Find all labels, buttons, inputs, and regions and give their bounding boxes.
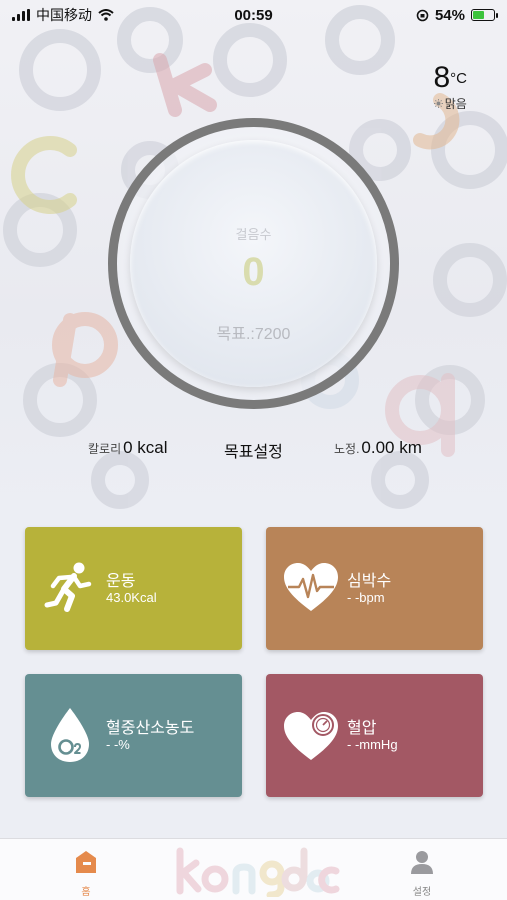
carrier-name: 中国移动 bbox=[36, 7, 92, 23]
blood-pressure-title: 혈압 bbox=[347, 720, 377, 737]
heart-rate-title: 심박수 bbox=[347, 573, 392, 590]
exercise-value: 43.0Kcal bbox=[106, 590, 157, 605]
steps-goal: 목표.:7200 bbox=[216, 326, 291, 343]
o2-drop-icon bbox=[51, 708, 89, 762]
heart-gauge-icon bbox=[284, 712, 338, 760]
user-profile-icon bbox=[411, 851, 433, 874]
sun-icon bbox=[433, 99, 443, 108]
steps-value: 0 bbox=[242, 250, 265, 294]
steps-label: 걸음수 bbox=[235, 227, 272, 242]
step-counter-ring[interactable]: 걸음수 0 목표.:7200 bbox=[108, 118, 399, 409]
goal-setting-button[interactable]: 목표설정 bbox=[224, 438, 283, 462]
tab-settings-label: 설정 bbox=[412, 887, 432, 898]
exercise-title: 운동 bbox=[106, 573, 136, 590]
wifi-icon bbox=[98, 9, 114, 21]
battery-fill bbox=[473, 11, 484, 19]
battery-percent: 54% bbox=[434, 6, 465, 24]
temperature-unit: °C bbox=[450, 70, 467, 87]
blood-oxygen-value: - -% bbox=[106, 737, 130, 752]
weather-condition: 맑음 bbox=[433, 95, 467, 112]
home-icon bbox=[76, 851, 96, 873]
bottom-tab-bar: 홈 설정 bbox=[0, 838, 507, 900]
temperature-value: 8 bbox=[433, 61, 451, 94]
heart-pulse-icon bbox=[284, 563, 338, 611]
status-bar: 中国移动 00:59 54% bbox=[0, 0, 507, 30]
distance-label: 노정. bbox=[334, 442, 360, 456]
exercise-card[interactable]: 운동 43.0Kcal bbox=[25, 527, 242, 650]
tab-settings[interactable]: 설정 bbox=[392, 849, 452, 898]
battery-icon bbox=[471, 9, 498, 21]
tab-home-label: 홈 bbox=[81, 887, 91, 898]
signal-icon bbox=[12, 9, 30, 21]
calorie-label: 칼로리 bbox=[88, 442, 122, 456]
step-ring-inner: 걸음수 0 목표.:7200 bbox=[130, 140, 377, 387]
orientation-lock-icon bbox=[416, 9, 429, 21]
tab-home[interactable]: 홈 bbox=[56, 849, 116, 898]
weather-condition-text: 맑음 bbox=[444, 97, 467, 111]
distance-stat: 노정. 0.00 km bbox=[334, 438, 422, 458]
stats-row: 칼로리 0 kcal 목표설정 노정. 0.00 km bbox=[0, 438, 507, 464]
distance-value: 0.00 km bbox=[361, 438, 422, 457]
running-person-icon bbox=[44, 562, 92, 612]
blood-pressure-value: - -mmHg bbox=[347, 737, 398, 752]
temperature: 8°C bbox=[433, 62, 467, 95]
kongdoc-logo bbox=[176, 847, 340, 897]
heart-rate-value: - -bpm bbox=[347, 590, 385, 605]
blood-oxygen-card[interactable]: 혈중산소농도 - -% bbox=[25, 674, 242, 797]
weather-widget: 8°C 맑음 bbox=[433, 62, 467, 112]
calorie-stat: 칼로리 0 kcal bbox=[88, 438, 168, 458]
blood-oxygen-title: 혈중산소농도 bbox=[106, 720, 195, 737]
heart-rate-card[interactable]: 심박수 - -bpm bbox=[266, 527, 483, 650]
blood-pressure-card[interactable]: 혈압 - -mmHg bbox=[266, 674, 483, 797]
calorie-value: 0 kcal bbox=[123, 438, 168, 457]
